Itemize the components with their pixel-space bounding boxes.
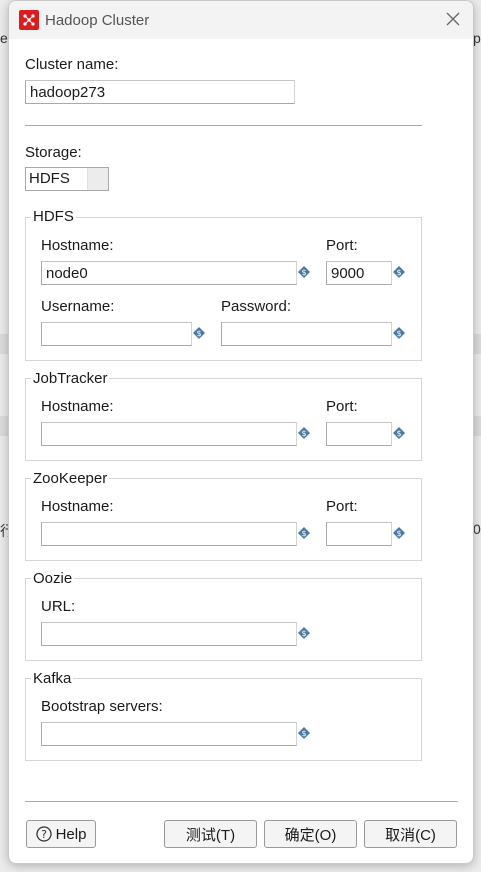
svg-text:$: $	[301, 268, 306, 277]
oozie-group-title: Oozie	[31, 570, 75, 587]
svg-text:$: $	[196, 329, 201, 338]
kafka-bootstrap-label: Bootstrap servers:	[41, 698, 163, 715]
zookeeper-group-title: ZooKeeper	[31, 470, 110, 487]
svg-text:$: $	[396, 268, 401, 277]
cluster-name-input[interactable]	[25, 80, 295, 104]
kafka-bootstrap-input[interactable]	[41, 722, 297, 746]
svg-text:$: $	[301, 629, 306, 638]
ok-button-label: 确定(O)	[284, 826, 337, 844]
svg-text:$: $	[396, 429, 401, 438]
background-text-fragment: 0	[473, 521, 481, 537]
hdfs-username-label: Username:	[41, 298, 115, 315]
hdfs-password-input[interactable]	[221, 322, 392, 346]
cluster-name-label: Cluster name:	[25, 56, 119, 73]
jobtracker-group	[25, 378, 422, 461]
storage-dropdown-arrow[interactable]	[87, 168, 108, 190]
svg-text:$: $	[396, 529, 401, 538]
oozie-url-label: URL:	[41, 598, 76, 615]
svg-text:$: $	[396, 329, 401, 338]
hdfs-hostname-input[interactable]	[41, 261, 297, 285]
svg-text:$: $	[301, 429, 306, 438]
hadoop-cluster-icon	[19, 10, 39, 30]
oozie-group	[25, 578, 422, 661]
title-bar: Hadoop Cluster	[9, 1, 473, 39]
variable-diamond-icon[interactable]: $	[393, 427, 405, 439]
hdfs-port-input[interactable]	[326, 261, 392, 285]
close-icon	[446, 12, 460, 26]
variable-diamond-icon[interactable]: $	[298, 727, 310, 739]
close-button[interactable]	[441, 7, 465, 31]
variable-diamond-icon[interactable]: $	[193, 327, 205, 339]
test-button-label: 测试(T)	[185, 826, 236, 844]
hdfs-hostname-label: Hostname:	[41, 237, 114, 254]
storage-select[interactable]: HDFS	[25, 167, 109, 191]
jobtracker-group-title: JobTracker	[31, 370, 110, 387]
help-button-label: Help	[55, 825, 87, 843]
variable-diamond-icon[interactable]: $	[393, 527, 405, 539]
jobtracker-port-input[interactable]	[326, 422, 392, 446]
oozie-url-input[interactable]	[41, 622, 297, 646]
svg-text:$: $	[301, 529, 306, 538]
svg-text:?: ?	[41, 828, 47, 841]
window-title: Hadoop Cluster	[45, 12, 150, 29]
ok-button[interactable]: 确定(O)	[264, 820, 357, 848]
variable-diamond-icon[interactable]: $	[393, 327, 405, 339]
background-text-fragment: e	[0, 30, 8, 46]
hdfs-username-input[interactable]	[41, 322, 192, 346]
variable-diamond-icon[interactable]: $	[298, 427, 310, 439]
variable-diamond-icon[interactable]: $	[393, 266, 405, 278]
storage-label: Storage:	[25, 144, 82, 161]
zookeeper-hostname-input[interactable]	[41, 522, 297, 546]
svg-text:$: $	[301, 729, 306, 738]
hdfs-port-label: Port:	[326, 237, 358, 254]
variable-diamond-icon[interactable]: $	[298, 527, 310, 539]
variable-diamond-icon[interactable]: $	[298, 266, 310, 278]
footer-separator	[25, 801, 458, 802]
cancel-button[interactable]: 取消(C)	[364, 820, 457, 848]
kafka-group-title: Kafka	[31, 670, 74, 687]
zookeeper-port-label: Port:	[326, 498, 358, 515]
hadoop-cluster-dialog: Hadoop Cluster Cluster name: Storage: HD…	[8, 0, 474, 864]
background-text-fragment: p	[473, 30, 481, 46]
separator	[25, 125, 422, 126]
question-circle-icon: ?	[35, 826, 52, 842]
zookeeper-group	[25, 478, 422, 561]
jobtracker-hostname-input[interactable]	[41, 422, 297, 446]
jobtracker-hostname-label: Hostname:	[41, 398, 114, 415]
zookeeper-port-input[interactable]	[326, 522, 392, 546]
hdfs-password-label: Password:	[221, 298, 292, 315]
variable-diamond-icon[interactable]: $	[298, 627, 310, 639]
test-button[interactable]: 测试(T)	[164, 820, 257, 848]
hdfs-group-title: HDFS	[31, 208, 76, 225]
cancel-button-label: 取消(C)	[385, 826, 436, 844]
zookeeper-hostname-label: Hostname:	[41, 498, 114, 515]
storage-selected-value: HDFS	[29, 170, 70, 187]
kafka-group	[25, 678, 422, 761]
help-button[interactable]: ? Help	[26, 820, 96, 848]
jobtracker-port-label: Port:	[326, 398, 358, 415]
